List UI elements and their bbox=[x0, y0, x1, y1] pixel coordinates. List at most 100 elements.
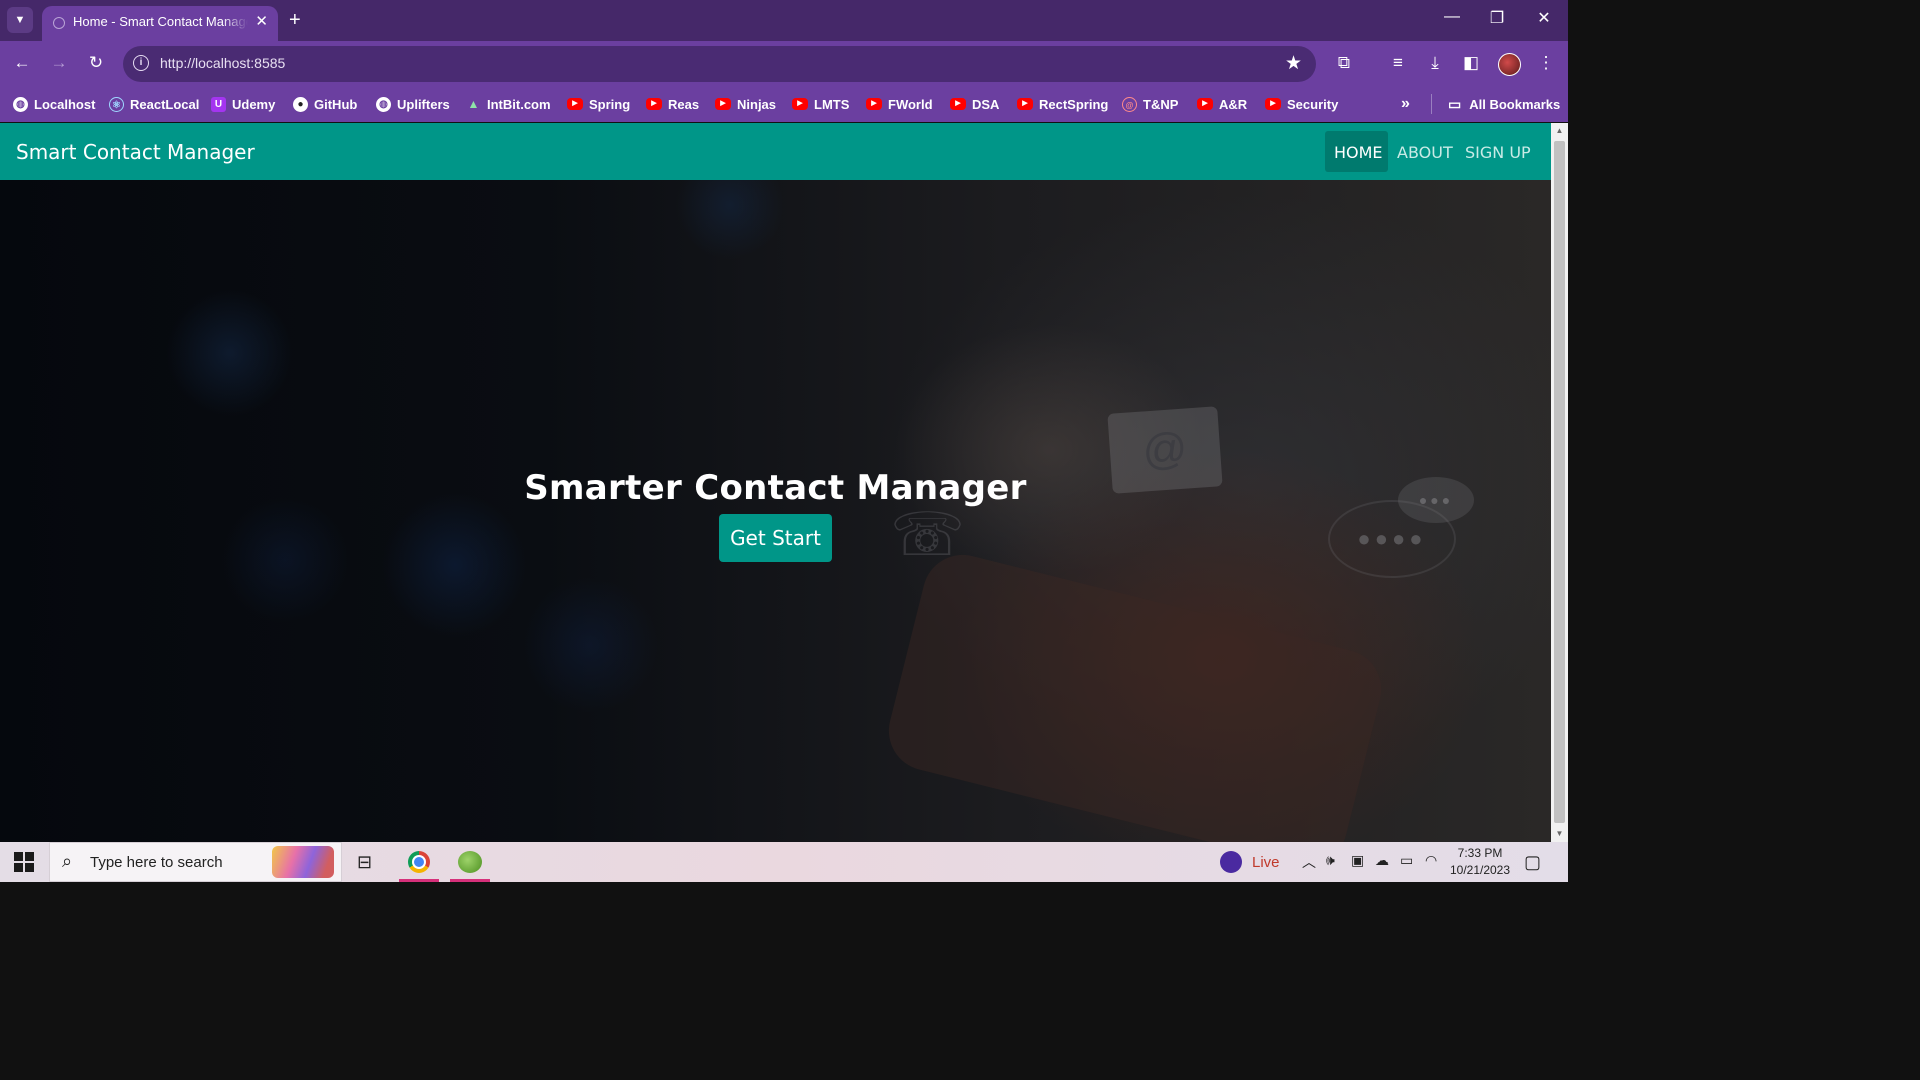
forward-arrow-icon[interactable]: → bbox=[47, 53, 71, 73]
new-tab-button[interactable]: + bbox=[289, 9, 301, 31]
bookmark-ar[interactable]: ▶ A&R bbox=[1197, 95, 1247, 113]
windows-taskbar: ⌕ Type here to search ⊟ Live ︿ 🕪 ▣ ☁ ▭ ◠… bbox=[0, 842, 1568, 882]
taskbar-search-box[interactable]: ⌕ Type here to search bbox=[49, 842, 342, 882]
minimize-window-icon[interactable]: — bbox=[1440, 8, 1464, 26]
youtube-icon: ▶ bbox=[646, 98, 662, 110]
phone-call-icon: ☏ bbox=[890, 501, 966, 568]
site-brand[interactable]: Smart Contact Manager bbox=[16, 140, 255, 164]
side-panel-icon[interactable]: ◧ bbox=[1459, 53, 1483, 73]
search-icon: ⌕ bbox=[62, 851, 73, 871]
browser-tab-active[interactable]: Home - Smart Contact Manager ✕ bbox=[42, 6, 278, 41]
youtube-icon: ▶ bbox=[792, 98, 808, 110]
globe-icon: ◍ bbox=[376, 96, 391, 112]
search-highlight-art bbox=[272, 846, 334, 878]
browser-tab-strip: ▼ Home - Smart Contact Manager ✕ + — ❐ ✕ bbox=[0, 0, 1568, 41]
bookmark-localhost[interactable]: ◍ Localhost bbox=[13, 95, 95, 113]
hero-section: @ ☏ ●●●● ●●● Smarter Contact Manager Get… bbox=[0, 180, 1551, 842]
download-icon[interactable]: ⤓ bbox=[1423, 53, 1447, 73]
bookmark-spring[interactable]: ▶ Spring bbox=[567, 95, 630, 113]
all-bookmarks-button[interactable]: ▭ All Bookmarks bbox=[1448, 95, 1560, 113]
active-app-indicator bbox=[450, 879, 490, 882]
bookmark-star-icon[interactable]: ★ bbox=[1285, 52, 1302, 75]
youtube-icon: ▶ bbox=[950, 98, 966, 110]
bookmark-lmts[interactable]: ▶ LMTS bbox=[792, 95, 849, 113]
scroll-down-arrow-icon[interactable]: ▼ bbox=[1551, 826, 1568, 841]
battery-icon[interactable]: ▭ bbox=[1400, 852, 1413, 869]
live-widget[interactable]: Live bbox=[1220, 850, 1280, 874]
mountain-icon: ▲ bbox=[467, 96, 480, 111]
meet-now-icon[interactable]: ▣ bbox=[1351, 852, 1364, 869]
github-icon: ● bbox=[293, 96, 308, 112]
taskbar-spring-tools-app[interactable] bbox=[446, 842, 494, 882]
restore-window-icon[interactable]: ❐ bbox=[1485, 8, 1509, 28]
youtube-icon: ▶ bbox=[866, 98, 882, 110]
bookmark-rectspring[interactable]: ▶ RectSpring bbox=[1017, 95, 1108, 113]
onedrive-cloud-icon[interactable]: ☁ bbox=[1375, 852, 1389, 869]
bookmark-ninjas[interactable]: ▶ Ninjas bbox=[715, 95, 776, 113]
scrollbar-thumb[interactable] bbox=[1554, 141, 1565, 823]
nav-signup-link[interactable]: SIGN UP bbox=[1465, 143, 1531, 162]
task-view-icon[interactable]: ⊟ bbox=[357, 852, 372, 873]
hand-phone-illustration bbox=[880, 546, 1390, 842]
clock-time: 7:33 PM bbox=[1457, 846, 1503, 860]
tray-chevron-up-icon[interactable]: ︿ bbox=[1302, 852, 1316, 872]
bookmark-github[interactable]: ● GitHub bbox=[293, 95, 357, 113]
browser-toolbar: ← → ↻ i http://localhost:8585 ★ ⧉ ≡ ⤓ ◧ … bbox=[0, 41, 1568, 87]
more-menu-icon[interactable]: ⋮ bbox=[1534, 53, 1558, 73]
youtube-icon: ▶ bbox=[715, 98, 731, 110]
site-info-icon[interactable]: i bbox=[133, 55, 149, 71]
notification-center-icon[interactable]: ▢ bbox=[1524, 852, 1541, 873]
tab-favicon-icon bbox=[53, 17, 65, 29]
bookmarks-divider bbox=[1431, 94, 1432, 114]
taskbar-clock[interactable]: 7:33 PM 10/21/2023 bbox=[1448, 845, 1512, 879]
bookmark-tnp[interactable]: @ T&NP bbox=[1122, 95, 1178, 113]
bookmarks-bar: ◍ Localhost ⚛ ReactLocal U Udemy ● GitHub ◍ U… bbox=[0, 87, 1568, 122]
youtube-icon: ▶ bbox=[1265, 98, 1281, 110]
taskbar-search-placeholder: Type here to search bbox=[90, 854, 223, 871]
address-url[interactable]: http://localhost:8585 bbox=[160, 55, 285, 71]
nav-home-link[interactable]: HOME bbox=[1334, 143, 1383, 162]
bookmark-dsa[interactable]: ▶ DSA bbox=[950, 95, 999, 113]
chrome-icon bbox=[408, 851, 430, 873]
page-viewport: Smart Contact Manager HOME ABOUT SIGN UP… bbox=[0, 123, 1551, 842]
wifi-icon[interactable]: ◠ bbox=[1425, 852, 1437, 869]
youtube-icon: ▶ bbox=[1197, 98, 1213, 110]
bookmark-udemy[interactable]: U Udemy bbox=[211, 95, 275, 113]
tab-close-button[interactable]: ✕ bbox=[255, 12, 268, 30]
spring-tools-icon bbox=[458, 851, 482, 873]
back-arrow-icon[interactable]: ← bbox=[10, 53, 34, 73]
bookmarks-overflow-button[interactable]: » bbox=[1401, 95, 1410, 113]
live-widget-label: Live bbox=[1252, 853, 1280, 871]
youtube-icon: ▶ bbox=[1017, 98, 1033, 110]
udemy-icon: U bbox=[211, 96, 226, 112]
bookmark-reas[interactable]: ▶ Reas bbox=[646, 95, 699, 113]
bookmark-fworld[interactable]: ▶ FWorld bbox=[866, 95, 933, 113]
taskbar-chrome-app[interactable] bbox=[395, 842, 443, 882]
volume-icon[interactable]: 🕪 bbox=[1326, 852, 1335, 869]
media-queue-icon[interactable]: ≡ bbox=[1386, 53, 1410, 73]
windows-start-icon[interactable] bbox=[14, 852, 34, 872]
extensions-puzzle-icon[interactable]: ⧉ bbox=[1332, 53, 1356, 73]
hero-title: Smarter Contact Manager bbox=[524, 468, 1027, 508]
active-app-indicator bbox=[399, 879, 439, 882]
bookmark-uplifters[interactable]: ◍ Uplifters bbox=[376, 95, 450, 113]
bookmark-intbit[interactable]: ▲ IntBit.com bbox=[466, 95, 551, 113]
tab-search-button[interactable]: ▼ bbox=[7, 7, 33, 33]
address-bar[interactable]: i http://localhost:8585 ★ bbox=[123, 46, 1316, 82]
bookmark-reactlocal[interactable]: ⚛ ReactLocal bbox=[109, 95, 199, 113]
tab-title: Home - Smart Contact Manager bbox=[73, 14, 248, 29]
folder-icon: ▭ bbox=[1448, 95, 1462, 112]
chevron-down-icon: ▼ bbox=[14, 14, 26, 26]
bookmark-security[interactable]: ▶ Security bbox=[1265, 95, 1338, 113]
site-navbar: Smart Contact Manager HOME ABOUT SIGN UP bbox=[0, 123, 1551, 180]
clock-date: 10/21/2023 bbox=[1449, 863, 1511, 877]
close-window-icon[interactable]: ✕ bbox=[1532, 8, 1556, 28]
live-widget-icon bbox=[1220, 851, 1242, 873]
globe-icon: ◍ bbox=[13, 96, 28, 112]
reload-icon[interactable]: ↻ bbox=[84, 53, 108, 73]
scroll-up-arrow-icon[interactable]: ▲ bbox=[1551, 123, 1568, 138]
react-icon: ⚛ bbox=[109, 96, 124, 112]
nav-about-link[interactable]: ABOUT bbox=[1397, 143, 1453, 162]
get-start-button[interactable]: Get Start bbox=[719, 514, 832, 562]
profile-avatar[interactable] bbox=[1498, 53, 1521, 76]
